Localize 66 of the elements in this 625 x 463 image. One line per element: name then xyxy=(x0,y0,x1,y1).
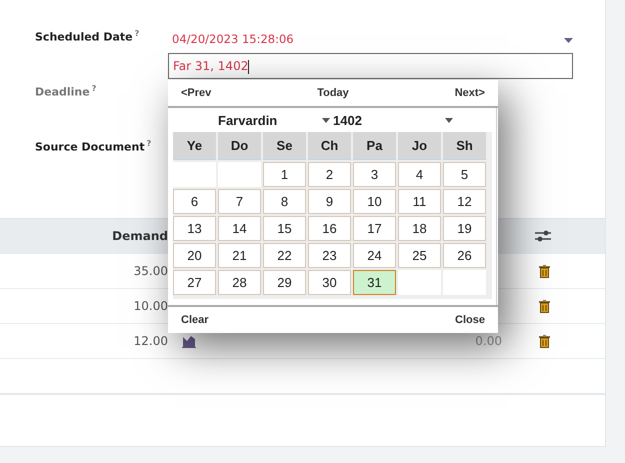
weekday-header: Jo xyxy=(398,132,441,160)
trash-icon[interactable] xyxy=(539,334,550,348)
day-cell[interactable]: 7 xyxy=(218,189,261,214)
settings-icon[interactable] xyxy=(535,229,551,243)
day-cell[interactable]: 3 xyxy=(353,162,396,187)
day-cell[interactable]: 24 xyxy=(353,243,396,268)
day-cell[interactable]: 17 xyxy=(353,216,396,241)
day-cell[interactable]: 27 xyxy=(173,270,216,295)
day-cell[interactable]: 29 xyxy=(263,270,306,295)
day-cell[interactable]: 12 xyxy=(443,189,486,214)
day-cell[interactable]: 13 xyxy=(173,216,216,241)
help-icon[interactable]: ? xyxy=(146,139,152,148)
field-label: Source Document xyxy=(35,140,145,154)
today-link[interactable]: Today xyxy=(317,87,349,99)
chart-icon[interactable] xyxy=(182,334,196,348)
help-icon[interactable]: ? xyxy=(134,29,140,38)
day-cell[interactable]: 26 xyxy=(443,243,486,268)
day-cell[interactable]: 18 xyxy=(398,216,441,241)
next-link[interactable]: Next> xyxy=(454,87,485,99)
day-cell[interactable]: 22 xyxy=(263,243,306,268)
day-cell[interactable]: 6 xyxy=(173,189,216,214)
day-cell[interactable]: 20 xyxy=(173,243,216,268)
month-select[interactable]: Farvardin xyxy=(173,112,330,128)
close-link[interactable]: Close xyxy=(455,314,485,326)
day-cell[interactable]: 14 xyxy=(218,216,261,241)
prev-link[interactable]: <Prev xyxy=(181,87,212,99)
day-cell[interactable]: 21 xyxy=(218,243,261,268)
trash-icon[interactable] xyxy=(539,264,550,278)
day-cell[interactable]: 5 xyxy=(443,162,486,187)
day-cell[interactable]: 8 xyxy=(263,189,306,214)
day-cell[interactable]: 1 xyxy=(263,162,306,187)
weekday-header: Sh xyxy=(443,132,486,160)
field-label: Scheduled Date xyxy=(35,30,133,44)
year-select[interactable]: 1402 xyxy=(330,112,453,128)
trash-icon[interactable] xyxy=(539,300,550,312)
day-cell[interactable]: 19 xyxy=(443,216,486,241)
weekday-header: Do xyxy=(218,132,261,160)
day-cell[interactable]: 4 xyxy=(398,162,441,187)
day-cell[interactable]: 15 xyxy=(263,216,306,241)
table-cell-text: 10.00 xyxy=(132,299,168,313)
table-cell-text: 12.00 xyxy=(132,334,168,348)
day-cell[interactable]: 11 xyxy=(398,189,441,214)
day-cell[interactable]: 16 xyxy=(308,216,351,241)
day-cell[interactable]: 30 xyxy=(308,270,351,295)
clear-link[interactable]: Clear xyxy=(181,314,209,326)
day-cell[interactable]: 10 xyxy=(353,189,396,214)
table-cell-text: 35.00 xyxy=(132,264,168,278)
day-cell[interactable]: 28 xyxy=(218,270,261,295)
day-cell[interactable]: 2 xyxy=(308,162,351,187)
date-value[interactable]: 04/20/2023 15:28:06 xyxy=(172,32,294,46)
day-cell[interactable]: 31 xyxy=(353,270,396,295)
weekday-header: Ch xyxy=(308,132,351,160)
caret-icon[interactable] xyxy=(445,118,453,122)
day-cell[interactable]: 23 xyxy=(308,243,351,268)
day-cell[interactable]: 25 xyxy=(398,243,441,268)
day-cell[interactable]: 9 xyxy=(308,189,351,214)
date-input[interactable]: Far 31, 1402 xyxy=(168,53,573,79)
caret-icon[interactable] xyxy=(564,38,573,43)
weekday-header: Pa xyxy=(353,132,396,160)
field-label: Deadline xyxy=(35,86,90,99)
caret-icon[interactable] xyxy=(322,118,330,122)
column-header[interactable]: Demand xyxy=(0,229,168,243)
weekday-header: Se xyxy=(263,132,306,160)
weekday-header: Ye xyxy=(173,132,216,160)
table-cell-text: 0.00 xyxy=(474,334,502,348)
help-icon[interactable]: ? xyxy=(92,84,96,93)
